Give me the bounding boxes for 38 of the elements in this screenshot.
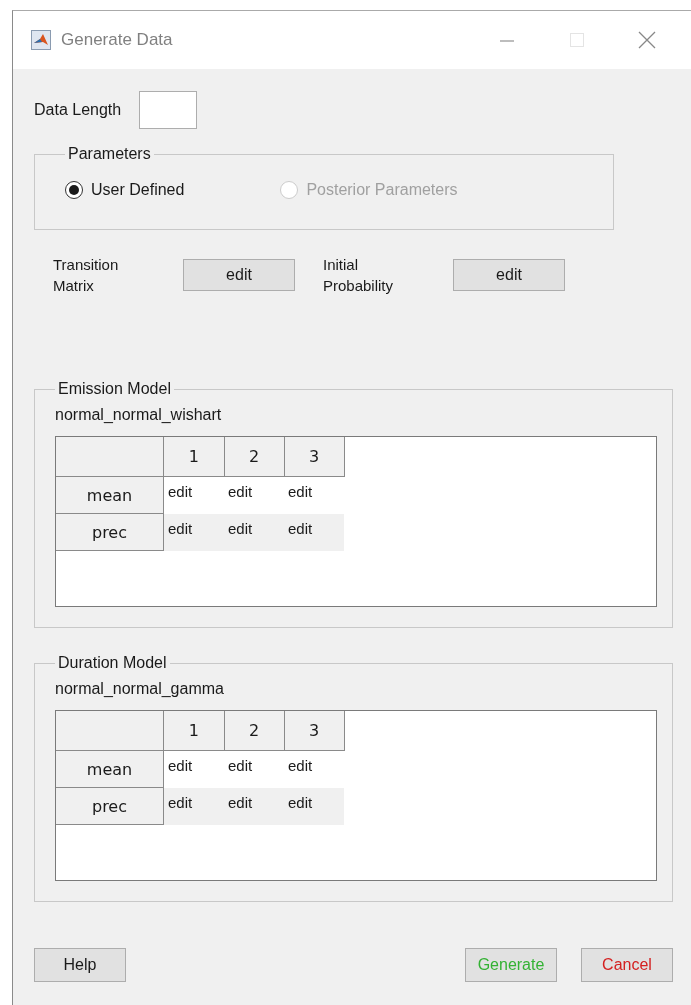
model-name: normal_normal_wishart	[55, 406, 223, 424]
table-cell[interactable]: edit	[163, 750, 224, 788]
table-cell[interactable]: edit	[224, 750, 284, 788]
column-header: 3	[284, 437, 344, 477]
model-name: normal_normal_gamma	[55, 680, 225, 698]
input-field[interactable]	[139, 91, 198, 129]
table-cell[interactable]: edit	[163, 787, 224, 825]
column-header: 1	[163, 437, 224, 477]
column-header: 2	[224, 711, 284, 751]
table-cell[interactable]: edit	[163, 476, 224, 514]
table-cell[interactable]: edit	[284, 513, 344, 551]
edit-button[interactable]: edit	[183, 259, 295, 291]
group-title: Emission Model	[57, 380, 172, 398]
column-header: 1	[163, 711, 224, 751]
table-cell[interactable]: edit	[284, 787, 344, 825]
field-label: Initial Probability	[323, 255, 395, 296]
row-header: mean	[56, 750, 164, 788]
field-label: Data Length	[34, 101, 122, 119]
column-header: 2	[224, 437, 284, 477]
field-label: Transition Matrix	[53, 255, 120, 296]
table-cell[interactable]: edit	[224, 787, 284, 825]
group-title: Duration Model	[57, 654, 168, 672]
window-title: Generate Data	[61, 30, 174, 50]
row-header: mean	[56, 476, 164, 514]
row-header: prec	[56, 787, 164, 825]
dialog-button[interactable]: Help	[34, 948, 126, 982]
table-cell[interactable]: edit	[284, 476, 344, 514]
table-cell[interactable]: edit	[163, 513, 224, 551]
table-cell[interactable]: edit	[284, 750, 344, 788]
column-header: 3	[284, 711, 344, 751]
radio-button[interactable]: User Defined	[65, 181, 185, 199]
row-header: prec	[56, 513, 164, 551]
table-cell[interactable]: edit	[224, 476, 284, 514]
edit-button[interactable]: edit	[453, 259, 565, 291]
table-cell[interactable]: edit	[224, 513, 284, 551]
app-icon	[31, 30, 51, 50]
dialog-button[interactable]: Cancel	[581, 948, 673, 982]
group-title: Parameters	[67, 145, 152, 163]
